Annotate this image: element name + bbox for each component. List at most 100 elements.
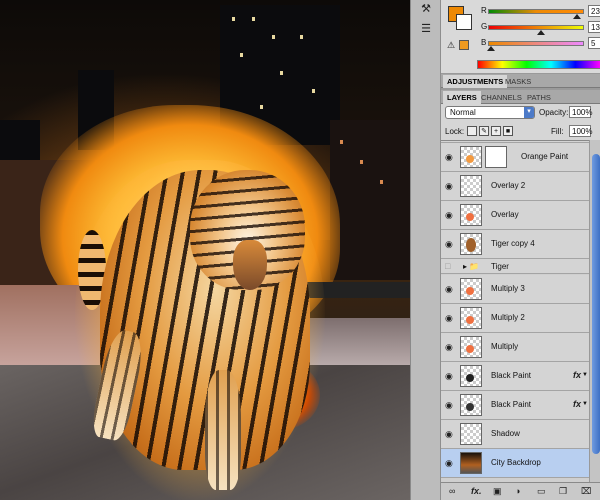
layer-name: Overlay 2 — [491, 181, 526, 190]
tab-channels[interactable]: CHANNELS — [477, 91, 526, 104]
layer-thumbnail — [460, 278, 482, 300]
channel-r-value[interactable]: 237 — [588, 5, 600, 17]
chevron-down-icon[interactable]: ▼ — [582, 372, 588, 378]
panel-strip: ⚒ ☰ — [411, 0, 441, 500]
blend-mode-value: Normal — [450, 108, 476, 117]
fill-label: Fill: — [551, 127, 564, 136]
eye-icon[interactable]: ◉ — [445, 342, 453, 353]
brush-tool-icon[interactable]: ⚒ — [419, 2, 433, 16]
warning-icon[interactable]: ⚠ — [447, 40, 455, 51]
layer-row[interactable]: ◉ Multiply — [441, 333, 589, 362]
channel-g-slider[interactable] — [488, 25, 584, 35]
eye-icon[interactable]: ◉ — [445, 152, 453, 163]
layer-thumbnail — [460, 452, 482, 474]
fx-icon[interactable]: fx. — [471, 486, 482, 496]
eye-icon[interactable]: ◉ — [445, 239, 453, 250]
tab-paths[interactable]: PATHS — [523, 91, 555, 104]
layer-group-row[interactable]: □ ▸ 📁 Tiger — [441, 259, 589, 274]
layer-thumbnail — [460, 233, 482, 255]
fill-input[interactable]: 100% — [569, 125, 592, 137]
eye-icon[interactable]: ◉ — [445, 141, 453, 142]
layer-name: City Backdrop — [491, 458, 541, 467]
eye-icon[interactable]: ◉ — [445, 284, 453, 295]
channel-b-value[interactable]: 5 — [588, 37, 600, 49]
tiger-nose — [233, 240, 267, 290]
lock-transparent-icon[interactable] — [467, 126, 477, 136]
layers-scrollbar[interactable] — [589, 140, 600, 482]
layer-name: Tiger copy 4 — [491, 239, 535, 248]
channel-g-value[interactable]: 137 — [588, 21, 600, 33]
eye-icon[interactable]: ◉ — [445, 210, 453, 221]
layer-thumbnail — [460, 336, 482, 358]
layer-name: Orange Paint — [521, 152, 569, 161]
fx-icon[interactable]: fx — [573, 370, 581, 380]
layer-row[interactable]: ◉ Multiply 2 — [441, 304, 589, 333]
layer-thumbnail — [460, 146, 482, 168]
gamut-swatch[interactable] — [459, 40, 469, 50]
eye-icon[interactable]: ◉ — [445, 313, 453, 324]
eye-off-icon[interactable]: □ — [445, 261, 450, 271]
tab-masks[interactable]: MASKS — [501, 75, 535, 88]
scrollbar-thumb[interactable] — [592, 154, 600, 454]
folder-icon[interactable]: ▸ 📁 — [463, 262, 479, 271]
layer-row[interactable]: ◉ Multiply 3 — [441, 275, 589, 304]
fx-icon[interactable]: fx — [573, 399, 581, 409]
color-spectrum[interactable] — [477, 60, 600, 69]
eye-icon[interactable]: ◉ — [445, 181, 453, 192]
adjustment-icon[interactable]: ◑ — [515, 486, 520, 496]
layer-mask-thumbnail[interactable] — [485, 146, 507, 168]
channel-g-label: G — [481, 22, 488, 31]
channel-g-knob[interactable] — [537, 30, 545, 35]
trash-icon[interactable]: ⌧ — [581, 486, 591, 497]
clone-source-icon[interactable]: ☰ — [419, 22, 433, 36]
chevron-down-icon: ▾ — [524, 107, 534, 118]
channel-b-label: B — [481, 38, 487, 47]
layer-row[interactable]: ◉ Black Paint fx ▼ — [441, 362, 589, 391]
background-swatch[interactable] — [456, 14, 472, 30]
folder-icon[interactable]: ▭ — [537, 486, 546, 497]
eye-icon[interactable]: ◉ — [445, 400, 453, 411]
eye-icon[interactable]: ◉ — [445, 458, 453, 469]
layer-thumbnail — [460, 394, 482, 416]
layer-row[interactable]: ◉ Overlay — [441, 201, 589, 230]
channel-b-slider[interactable] — [487, 41, 584, 51]
layer-thumbnail — [460, 423, 482, 445]
chevron-down-icon[interactable]: ▼ — [582, 401, 588, 407]
tab-adjustments[interactable]: ADJUSTMENTS — [443, 75, 508, 88]
lock-pixels-icon[interactable]: ✎ — [479, 126, 489, 136]
layer-row[interactable]: ◉ Black Paint fx ▼ — [441, 391, 589, 420]
mask-icon[interactable]: ▣ — [493, 486, 502, 497]
layer-thumbnail — [460, 307, 482, 329]
lock-all-icon[interactable]: ■ — [503, 126, 513, 136]
layer-row[interactable]: ◉ Orange Paint — [441, 143, 589, 172]
adjustments-tabrow: ADJUSTMENTS MASKS — [441, 74, 600, 88]
layer-name: Overlay — [491, 210, 519, 219]
channel-b-knob[interactable] — [487, 46, 495, 51]
layer-thumbnail — [460, 204, 482, 226]
channel-r-slider[interactable] — [488, 9, 584, 19]
link-icon[interactable]: ∞ — [449, 486, 455, 496]
layer-row[interactable]: ◉ Overlay 2 — [441, 172, 589, 201]
channel-r-knob[interactable] — [573, 14, 581, 19]
layer-name: Shadow — [491, 429, 520, 438]
new-layer-icon[interactable]: ❐ — [559, 486, 567, 497]
layer-name: Multiply 3 — [491, 284, 525, 293]
layer-row[interactable]: ◉ Tiger copy 4 — [441, 230, 589, 259]
layer-row[interactable]: ◉ Shadow — [441, 420, 589, 449]
layer-row-selected[interactable]: ◉ City Backdrop — [441, 449, 589, 478]
opacity-label: Opacity: — [539, 108, 569, 117]
layer-name: Tiger — [491, 262, 509, 271]
opacity-input[interactable]: 100% — [569, 106, 592, 118]
eye-icon[interactable]: ◉ — [445, 371, 453, 382]
blend-mode-select[interactable]: Normal ▾ — [445, 106, 535, 119]
color-panel: ⚠ R 237 G 137 B 5 — [441, 0, 600, 74]
eye-icon[interactable]: ◉ — [445, 429, 453, 440]
document-canvas[interactable] — [0, 0, 410, 500]
layer-thumbnail — [460, 175, 482, 197]
tab-layers[interactable]: LAYERS — [443, 91, 481, 104]
channel-r-label: R — [481, 6, 487, 15]
layer-thumbnail — [460, 365, 482, 387]
right-panel: ⚒ ☰ ⚠ R 237 G 137 B 5 ADJUSTMENTS MASKS … — [410, 0, 600, 500]
lock-position-icon[interactable]: + — [491, 126, 501, 136]
layers-tabrow: LAYERS CHANNELS PATHS — [441, 90, 600, 104]
